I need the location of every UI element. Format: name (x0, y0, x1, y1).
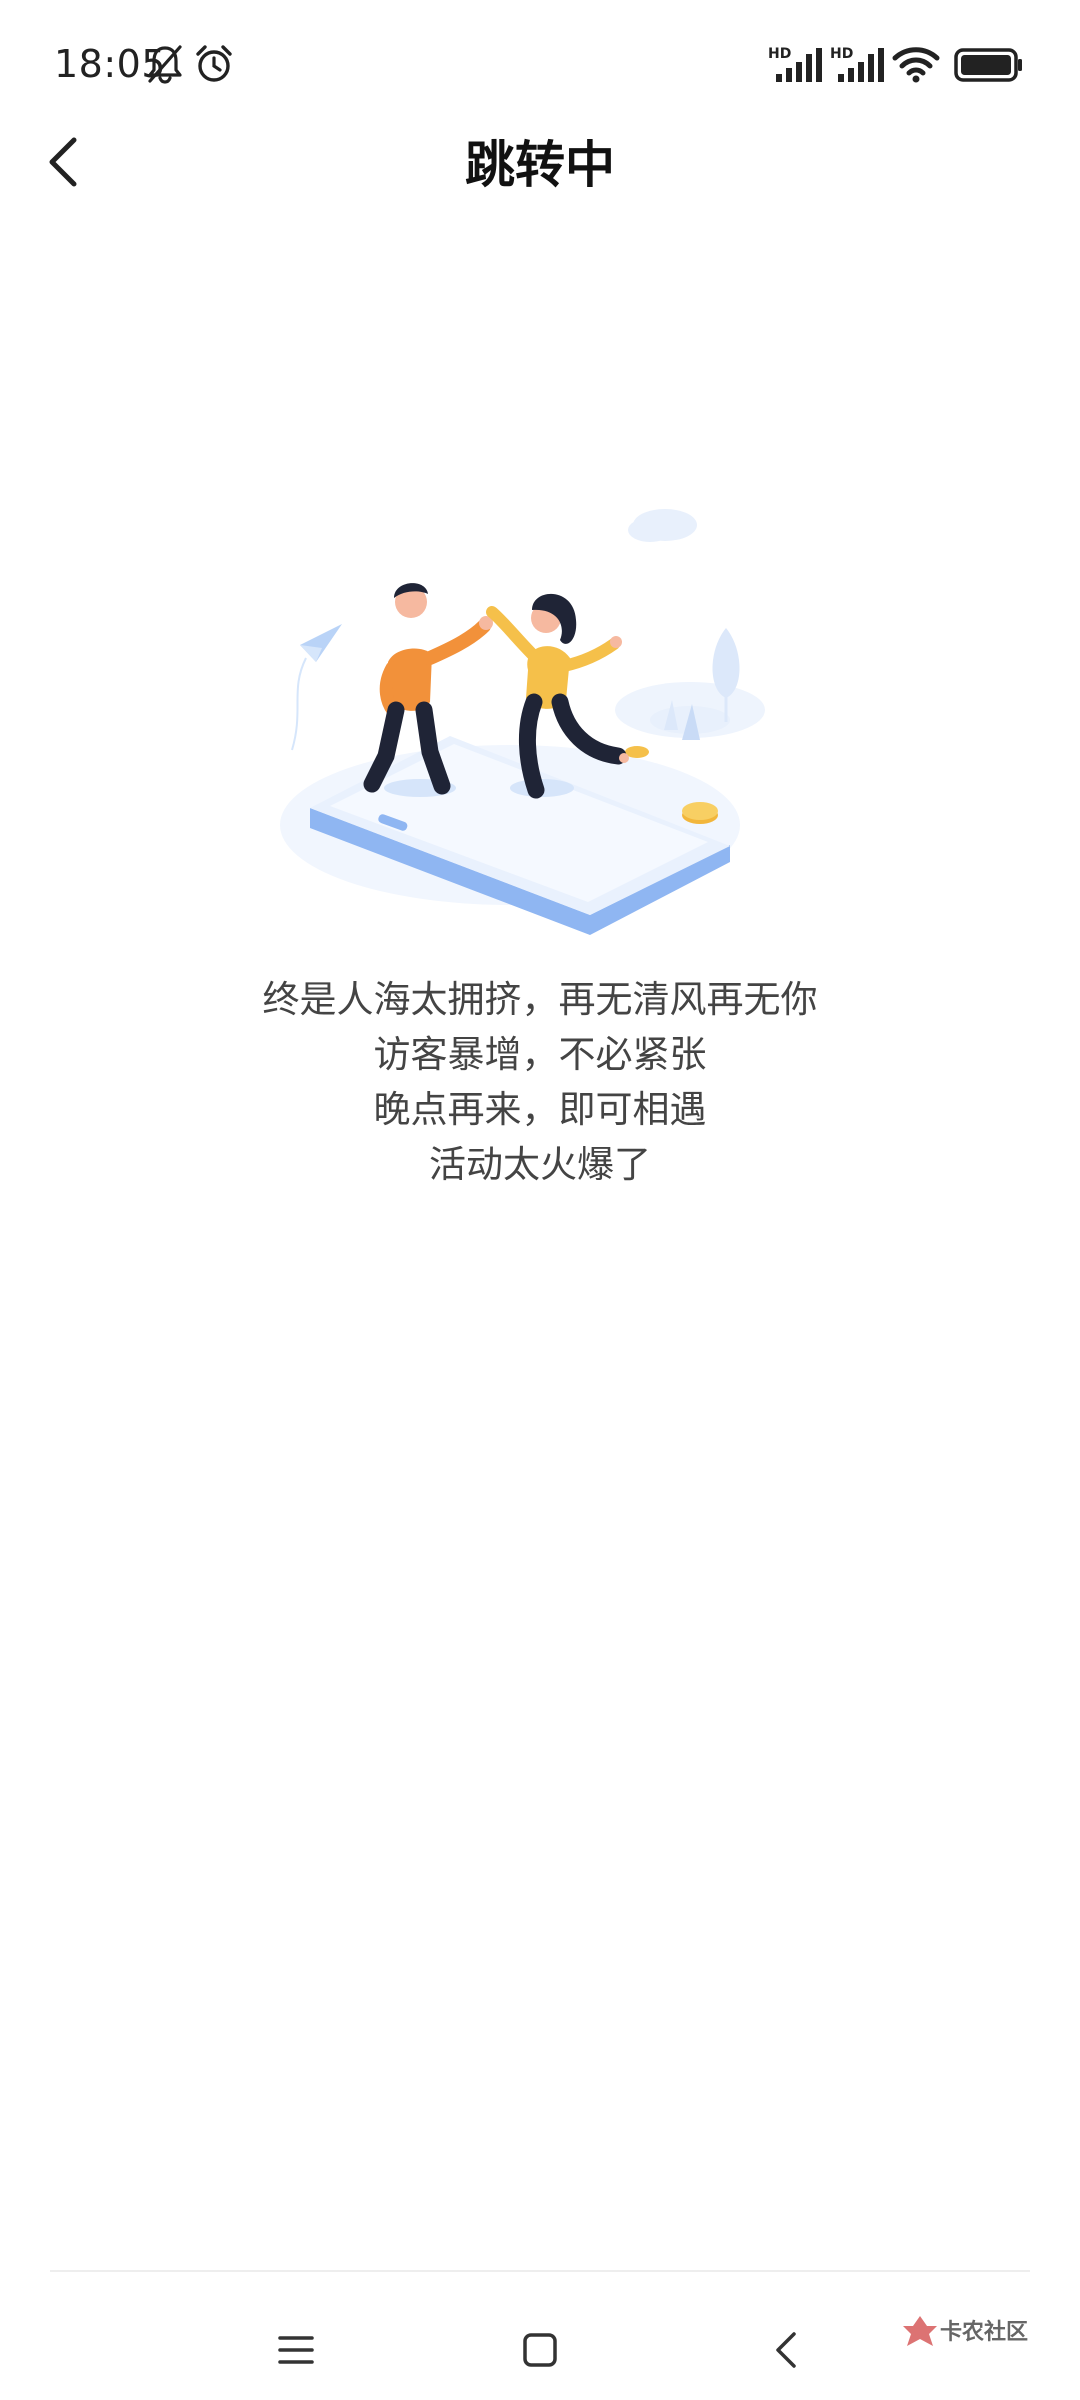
celebration-illustration (270, 490, 810, 940)
nav-divider (50, 2270, 1030, 2272)
system-back-button[interactable] (748, 2310, 828, 2390)
bell-off-icon (146, 44, 184, 84)
watermark-logo-icon (903, 2316, 937, 2346)
alarm-icon (194, 44, 234, 84)
watermark: 卡农社区 (900, 2312, 1070, 2382)
message-line: 访客暴增，不必紧张 (373, 1033, 707, 1076)
home-button[interactable] (500, 2310, 580, 2390)
hd-signal-icon: HD (830, 44, 886, 84)
busy-message: 终是人海太拥挤，再无清风再无你 访客暴增，不必紧张 晚点再来，即可相遇 活动太火… (0, 972, 1080, 1192)
message-line: 活动太火爆了 (429, 1143, 651, 1186)
home-square-icon (523, 2333, 557, 2367)
wifi-icon (892, 46, 940, 84)
status-bar: 18:05 HD HD (0, 0, 1080, 130)
recent-apps-button[interactable] (256, 2310, 336, 2390)
svg-text:HD: HD (768, 46, 791, 62)
watermark-text: 卡农社区 (940, 2320, 1029, 2345)
hd-signal-icon: HD (768, 44, 824, 84)
message-line: 晚点再来，即可相遇 (373, 1088, 707, 1131)
battery-icon (954, 48, 1024, 82)
menu-icon (278, 2336, 314, 2364)
message-line: 终是人海太拥挤，再无清风再无你 (262, 978, 818, 1021)
svg-text:HD: HD (830, 46, 853, 62)
page-title: 跳转中 (465, 136, 615, 194)
back-triangle-icon (776, 2332, 796, 2368)
